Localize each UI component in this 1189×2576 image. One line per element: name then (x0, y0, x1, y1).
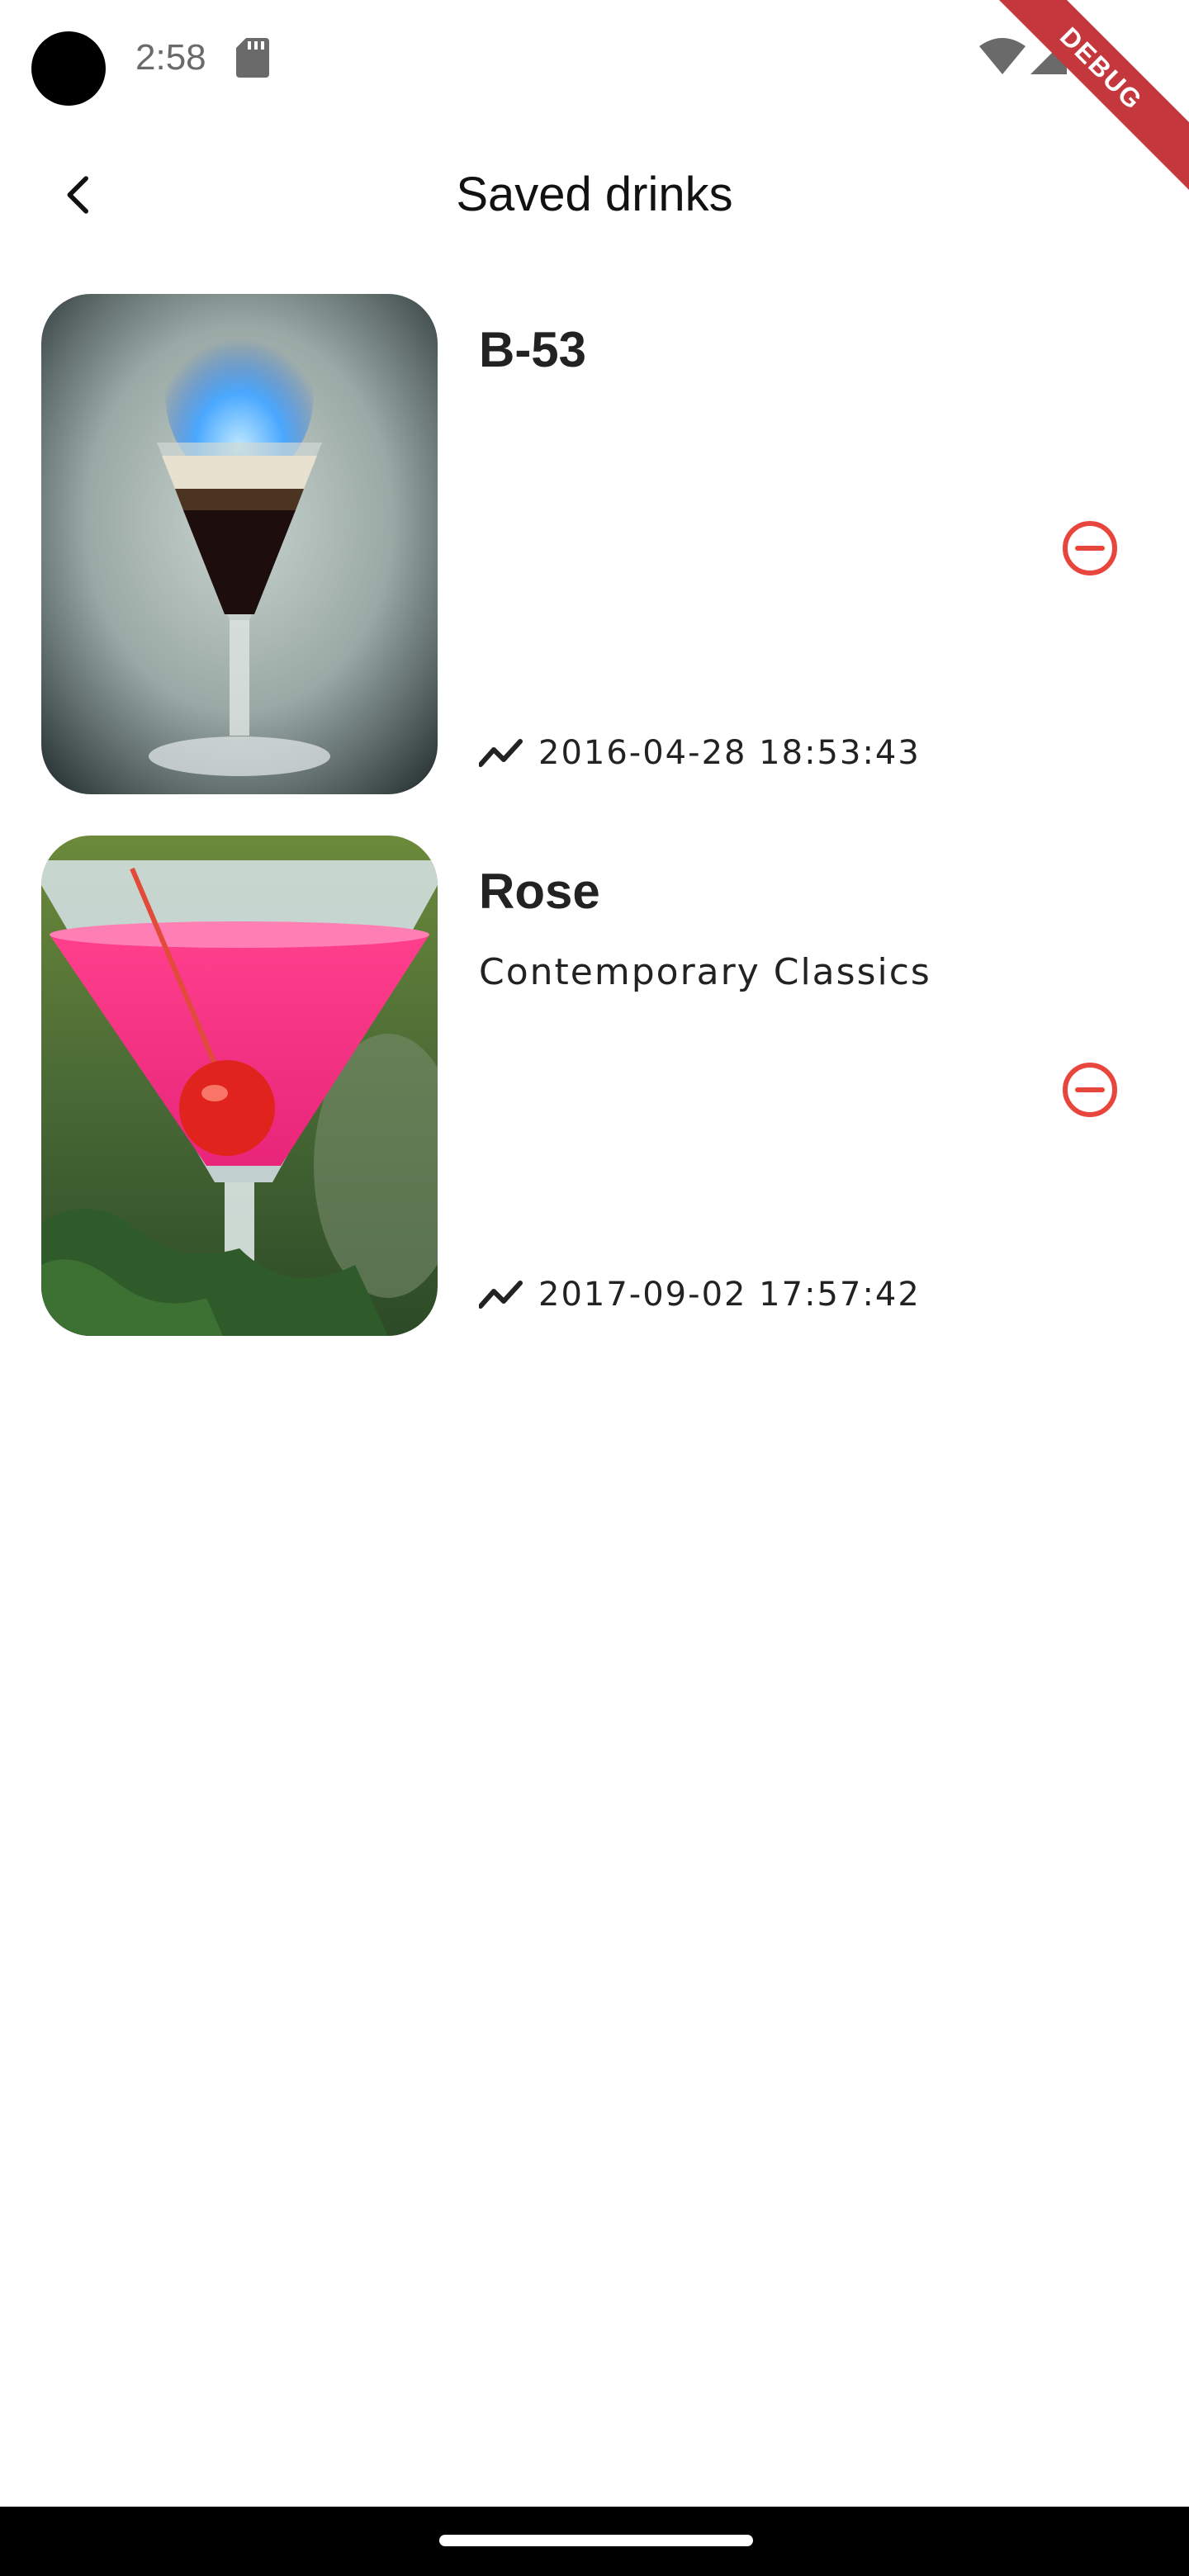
app-bar: Saved drinks (0, 132, 1189, 256)
system-nav-bar (0, 2507, 1189, 2576)
status-bar: 2:58 (0, 0, 1189, 116)
drink-date: 2016-04-28 18:53:43 (538, 734, 921, 772)
drink-card[interactable]: B-53 2016-04-28 18:53:43 (0, 294, 1189, 794)
saved-drinks-screen: 2:58 DEBUG Saved drinks B-53 2016-04-28 … (0, 0, 1189, 2576)
date-row: 2017-09-02 17:57:42 (479, 1271, 921, 1318)
drink-category: Contemporary Classics (479, 951, 931, 993)
camera-cutout (31, 31, 106, 106)
wifi-icon (979, 38, 1026, 74)
drink-image-flaming-shot[interactable] (41, 294, 438, 794)
home-indicator[interactable] (439, 2535, 753, 2546)
trending-icon (479, 1281, 523, 1309)
remove-circle-icon (1063, 521, 1117, 575)
date-row: 2016-04-28 18:53:43 (479, 730, 921, 776)
drink-card[interactable]: Rose Contemporary Classics 2017-09-02 17… (0, 836, 1189, 1336)
page-title: Saved drinks (456, 168, 733, 221)
drink-name: Rose (479, 864, 600, 919)
remove-drink-button[interactable] (1057, 515, 1123, 581)
drink-image-pink-martini[interactable] (41, 836, 438, 1336)
saved-drinks-list: B-53 2016-04-28 18:53:43 Rose Contempora… (0, 294, 1189, 1377)
status-time: 2:58 (135, 37, 206, 78)
drink-name: B-53 (479, 322, 587, 377)
remove-drink-button[interactable] (1057, 1057, 1123, 1123)
remove-circle-icon (1063, 1063, 1117, 1117)
sd-card-icon (236, 38, 269, 78)
trending-icon (479, 739, 523, 767)
drink-date: 2017-09-02 17:57:42 (538, 1276, 921, 1314)
